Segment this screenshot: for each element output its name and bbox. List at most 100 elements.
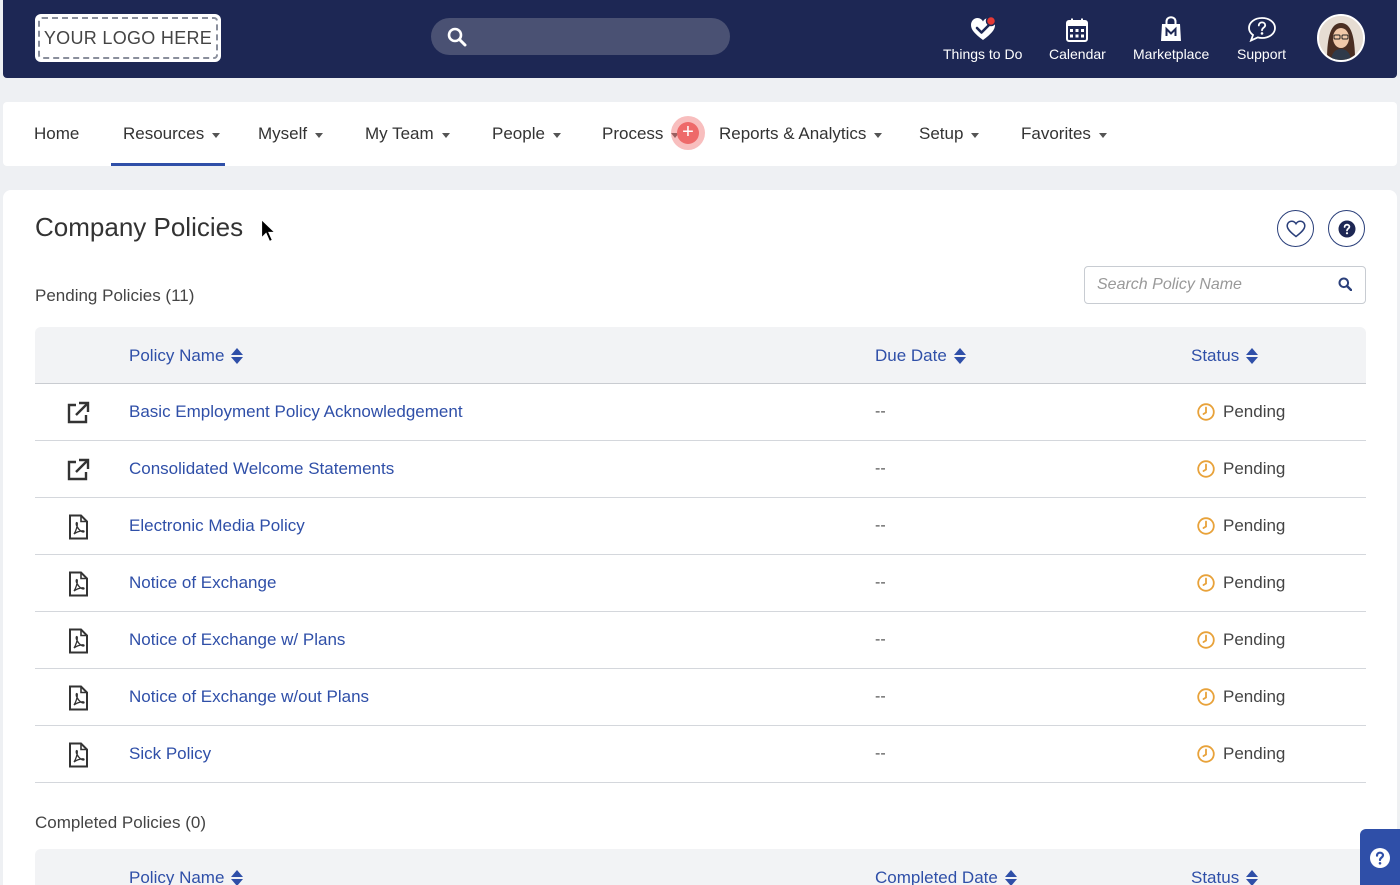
- pdf-file-icon[interactable]: [65, 628, 91, 654]
- caret-down-icon: [1098, 132, 1107, 138]
- policy-name-link[interactable]: Notice of Exchange: [129, 555, 276, 611]
- company-logo[interactable]: YOUR LOGO HERE: [35, 14, 221, 62]
- clock-icon: [1197, 745, 1215, 763]
- things-to-do-button[interactable]: Things to Do: [943, 14, 1022, 62]
- heart-icon: [1285, 219, 1306, 237]
- nav-people[interactable]: People: [492, 102, 561, 166]
- status-badge: Pending: [1197, 498, 1285, 554]
- nav-resources[interactable]: Resources: [123, 102, 221, 166]
- due-date: --: [875, 460, 886, 477]
- caret-down-icon: [874, 132, 883, 138]
- caret-down-icon: [971, 132, 980, 138]
- status-badge: Pending: [1197, 612, 1285, 668]
- floating-help-tab[interactable]: [1360, 829, 1400, 885]
- due-date: --: [875, 688, 886, 705]
- calendar-button[interactable]: Calendar: [1049, 14, 1106, 62]
- question-bubble-icon: [1247, 17, 1276, 42]
- sort-due-date[interactable]: Due Date: [875, 327, 966, 384]
- column-policy-name: Policy Name: [129, 345, 225, 365]
- shopping-bag-icon: [1161, 16, 1182, 41]
- search-icon[interactable]: [1338, 277, 1352, 291]
- support-button[interactable]: Support: [1237, 14, 1286, 62]
- table-row: Electronic Media Policy -- Pending: [35, 498, 1366, 555]
- caret-down-icon: [315, 132, 324, 138]
- due-date: --: [875, 517, 886, 534]
- column-status: Status: [1191, 867, 1240, 885]
- policy-name-link[interactable]: Notice of Exchange w/ Plans: [129, 612, 345, 668]
- checkmark-heart-icon: [970, 16, 996, 40]
- marketplace-label: Marketplace: [1133, 46, 1210, 62]
- policy-name-link[interactable]: Electronic Media Policy: [129, 498, 305, 554]
- clock-icon: [1197, 460, 1215, 478]
- nav-favorites-label: Favorites: [1021, 124, 1091, 143]
- marketplace-button[interactable]: Marketplace: [1133, 14, 1209, 62]
- nav-setup[interactable]: Setup: [919, 102, 980, 166]
- nav-favorites[interactable]: Favorites: [1021, 102, 1107, 166]
- external-link-icon[interactable]: [65, 457, 91, 483]
- pdf-file-icon[interactable]: [65, 571, 91, 597]
- table-row: Consolidated Welcome Statements -- Pendi…: [35, 441, 1366, 498]
- status-text: Pending: [1223, 573, 1286, 592]
- nav-setup-label: Setup: [919, 124, 964, 143]
- nav-myself-label: Myself: [258, 124, 308, 143]
- status-text: Pending: [1223, 630, 1286, 649]
- pdf-file-icon[interactable]: [65, 685, 91, 711]
- question-circle-icon: [1338, 220, 1355, 237]
- table-row: Notice of Exchange -- Pending: [35, 555, 1366, 612]
- status-badge: Pending: [1197, 384, 1285, 440]
- favorite-button[interactable]: [1277, 210, 1314, 247]
- nav-people-label: People: [492, 124, 545, 143]
- plus-icon: +: [677, 122, 699, 144]
- sort-icon: [231, 869, 244, 885]
- column-due-date: Due Date: [875, 345, 947, 365]
- nav-my-team[interactable]: My Team: [365, 102, 450, 166]
- status-badge: Pending: [1197, 726, 1285, 782]
- column-completed-date: Completed Date: [875, 867, 998, 885]
- caret-down-icon: [552, 132, 561, 138]
- nav-myself[interactable]: Myself: [258, 102, 324, 166]
- table-row: Basic Employment Policy Acknowledgement …: [35, 384, 1366, 441]
- page-title: Company Policies: [35, 212, 244, 242]
- sort-icon: [1004, 869, 1017, 885]
- due-date: --: [875, 403, 886, 420]
- nav-home[interactable]: Home: [34, 102, 79, 166]
- sort-status[interactable]: Status: [1191, 327, 1259, 384]
- sort-policy-name[interactable]: Policy Name: [129, 327, 244, 384]
- completed-policies-heading: Completed Policies (0): [35, 813, 207, 832]
- table-row: Sick Policy -- Pending: [35, 726, 1366, 783]
- sort-status[interactable]: Status: [1191, 849, 1259, 885]
- calendar-label: Calendar: [1049, 46, 1106, 62]
- active-nav-indicator: [111, 163, 225, 166]
- global-search-input[interactable]: [431, 18, 730, 55]
- status-text: Pending: [1223, 459, 1286, 478]
- sort-icon: [953, 347, 966, 364]
- policy-name-link[interactable]: Basic Employment Policy Acknowledgement: [129, 384, 463, 440]
- clock-icon: [1197, 403, 1215, 421]
- status-text: Pending: [1223, 744, 1286, 763]
- policy-name-link[interactable]: Sick Policy: [129, 726, 211, 782]
- sort-policy-name[interactable]: Policy Name: [129, 849, 244, 885]
- due-date: --: [875, 745, 886, 762]
- sort-icon: [1246, 347, 1259, 364]
- policy-name-link[interactable]: Consolidated Welcome Statements: [129, 441, 394, 497]
- user-avatar[interactable]: [1317, 14, 1365, 62]
- pending-policies-heading: Pending Policies (11): [35, 286, 195, 305]
- external-link-icon[interactable]: [65, 400, 91, 426]
- help-button[interactable]: [1328, 210, 1365, 247]
- top-header: YOUR LOGO HERE Things to Do Calendar Mar…: [3, 0, 1397, 78]
- nav-process-label: Process: [602, 124, 664, 143]
- add-plus-button[interactable]: +: [671, 116, 705, 150]
- pdf-file-icon[interactable]: [65, 514, 91, 540]
- status-text: Pending: [1223, 516, 1286, 535]
- policies-card: Company Policies Pending Policies (11) P…: [3, 190, 1397, 885]
- nav-reports-analytics[interactable]: Reports & Analytics: [719, 102, 883, 166]
- pdf-file-icon[interactable]: [65, 742, 91, 768]
- mouse-cursor-icon: [260, 218, 277, 243]
- table-row: Notice of Exchange w/ Plans -- Pending: [35, 612, 1366, 669]
- sort-completed-date[interactable]: Completed Date: [875, 849, 1017, 885]
- caret-down-icon: [441, 132, 450, 138]
- status-badge: Pending: [1197, 669, 1285, 725]
- nav-process[interactable]: Process: [602, 102, 680, 166]
- policy-search-input[interactable]: [1084, 266, 1366, 304]
- policy-name-link[interactable]: Notice of Exchange w/out Plans: [129, 669, 369, 725]
